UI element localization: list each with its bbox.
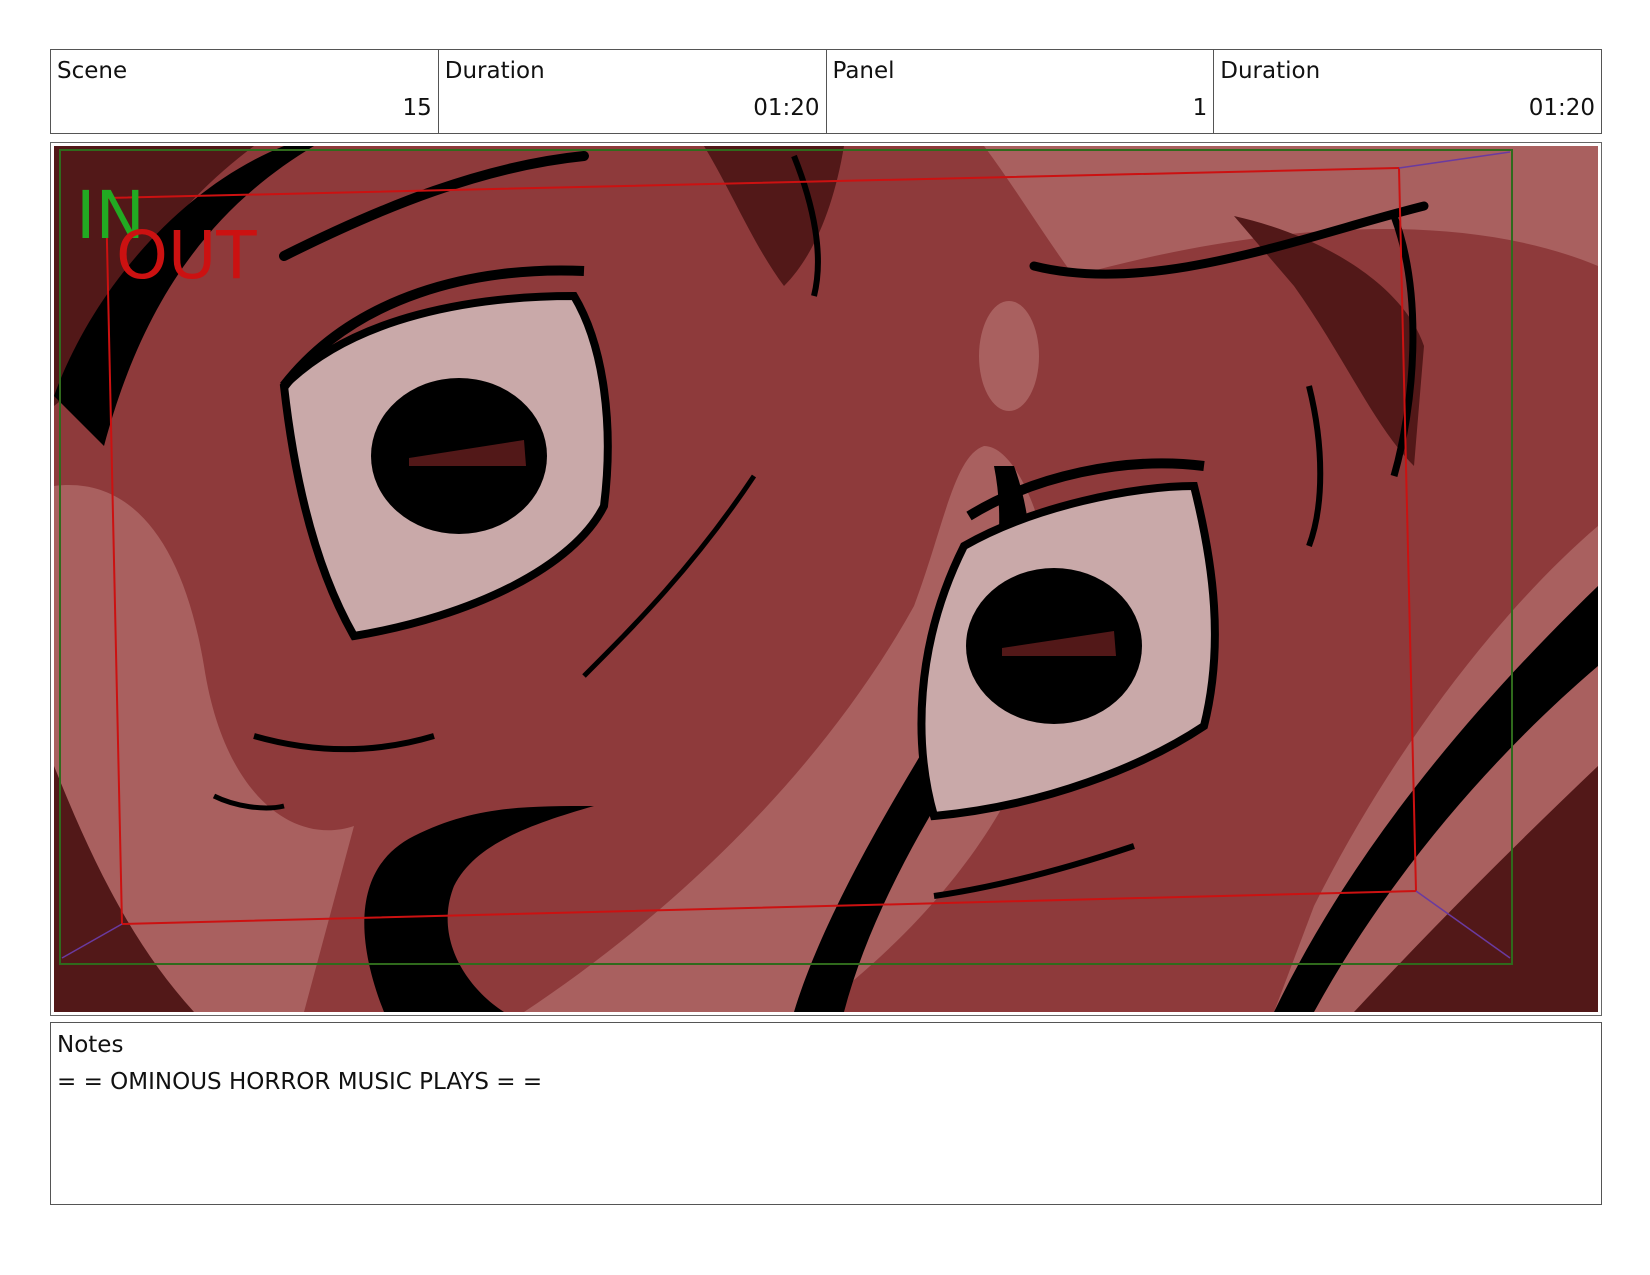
scene-label: Scene: [57, 58, 128, 84]
notes-text: = = OMINOUS HORROR MUSIC PLAYS = =: [57, 1069, 543, 1095]
scene-info-table: Scene 15 Duration 01:20 Panel 1 Duration…: [50, 49, 1602, 134]
scene-duration-value: 01:20: [753, 95, 820, 121]
scene-value: 15: [402, 95, 432, 121]
out-marker: OUT: [116, 217, 257, 294]
storyboard-panel: IN OUT: [50, 142, 1602, 1016]
notes-label: Notes: [57, 1032, 124, 1058]
scene-duration-cell: Duration 01:20: [439, 50, 827, 133]
scene-duration-label: Duration: [444, 58, 545, 84]
panel-value: 1: [1192, 95, 1208, 121]
panel-cell: Panel 1: [827, 50, 1215, 133]
panel-duration-label: Duration: [1220, 58, 1321, 84]
panel-artwork: IN OUT: [54, 146, 1598, 1012]
panel-duration-cell: Duration 01:20: [1214, 50, 1601, 133]
panel-duration-value: 01:20: [1528, 95, 1595, 121]
panel-label: Panel: [832, 58, 895, 84]
brow-highlight: [979, 301, 1039, 411]
notes-box: Notes = = OMINOUS HORROR MUSIC PLAYS = =: [50, 1022, 1602, 1205]
scene-cell: Scene 15: [51, 50, 439, 133]
